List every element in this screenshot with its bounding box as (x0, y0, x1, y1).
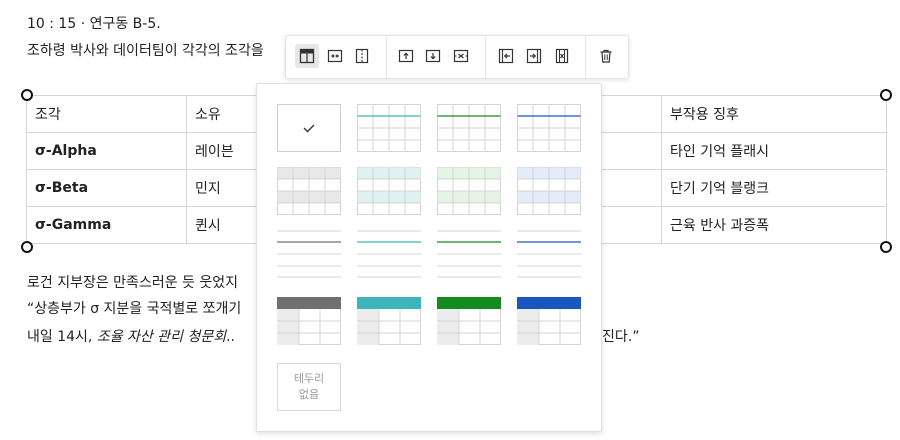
resize-handle-top-left[interactable] (21, 89, 33, 101)
table-style-option[interactable] (437, 297, 501, 345)
table-style-option[interactable] (357, 297, 421, 345)
doc-paragraph: 내일 14시, 조율 자산 관리 청문회.. (27, 326, 235, 346)
insert-row-above-button[interactable] (394, 44, 418, 68)
insert-column-right-button[interactable] (522, 44, 546, 68)
delete-row-button[interactable] (449, 44, 473, 68)
table-style-icon (299, 48, 315, 64)
merge-cells-button[interactable] (323, 44, 347, 68)
table-cell[interactable]: 단기 기억 블랭크 (661, 169, 887, 207)
table-style-option[interactable] (517, 297, 581, 345)
insert-row-above-icon (398, 49, 414, 63)
table-style-option[interactable] (517, 104, 581, 152)
delete-column-button[interactable] (550, 44, 574, 68)
table-style-option[interactable] (357, 104, 421, 152)
insert-column-left-button[interactable] (494, 44, 518, 68)
split-cells-button[interactable] (350, 44, 374, 68)
table-cell[interactable]: σ-Alpha (26, 132, 187, 170)
table-cell[interactable]: 타인 기억 플래시 (661, 132, 887, 170)
doc-paragraph: “상층부가 σ 지분을 국적별로 쪼개기 (27, 301, 242, 317)
resize-handle-top-right[interactable] (880, 89, 892, 101)
doc-text: .. (226, 329, 235, 345)
table-style-option[interactable] (277, 297, 341, 345)
merge-cells-icon (327, 49, 343, 63)
table-style-option[interactable] (437, 167, 501, 215)
table-style-option[interactable] (517, 167, 581, 215)
doc-paragraph-tail: 진다.” (602, 329, 640, 345)
table-cell[interactable]: 근육 반사 과증폭 (661, 206, 887, 244)
insert-column-left-icon (498, 48, 514, 64)
table-style-option[interactable] (277, 104, 341, 152)
doc-paragraph: 로건 지부장은 만족스러운 듯 웃었지 (27, 275, 238, 291)
table-toolbar (285, 35, 629, 79)
table-style-button[interactable] (295, 44, 319, 68)
table-header-cell[interactable]: 부작용 징후 (661, 95, 887, 133)
toolbar-divider (485, 36, 486, 78)
table-style-option[interactable] (437, 230, 501, 278)
insert-row-below-button[interactable] (421, 44, 445, 68)
table-style-option[interactable] (517, 230, 581, 278)
resize-handle-bottom-left[interactable] (21, 241, 33, 253)
doc-line-time: 10 : 15 · 연구동 B-5. (27, 16, 161, 32)
table-style-option[interactable] (277, 230, 341, 278)
no-border-label: 없음 (298, 388, 320, 401)
table-style-option[interactable] (277, 167, 341, 215)
delete-column-icon (555, 48, 569, 64)
delete-table-icon (600, 49, 612, 63)
delete-table-button[interactable] (594, 44, 618, 68)
resize-handle-bottom-right[interactable] (880, 241, 892, 253)
table-header-cell[interactable]: 조각 (26, 95, 187, 133)
doc-text: 내일 14시, (27, 329, 97, 345)
table-style-option[interactable] (357, 230, 421, 278)
doc-line-intro: 조하령 박사와 데이터팀이 각각의 조각을 (27, 43, 264, 59)
no-border-option[interactable]: 테두리 없음 (277, 363, 341, 411)
insert-row-below-icon (425, 49, 441, 63)
insert-column-right-icon (526, 48, 542, 64)
delete-row-icon (453, 49, 469, 63)
table-style-option[interactable] (357, 167, 421, 215)
toolbar-divider (386, 36, 387, 78)
split-cells-icon (355, 48, 369, 64)
table-cell[interactable]: σ-Beta (26, 169, 187, 207)
toolbar-divider (585, 36, 586, 78)
no-border-label: 테두리 (293, 372, 325, 385)
table-cell[interactable]: σ-Gamma (26, 206, 187, 244)
doc-italic-text: 조율 자산 관리 청문회 (96, 329, 227, 345)
table-style-option[interactable] (437, 104, 501, 152)
table-style-panel: 테두리 없음 (256, 83, 602, 432)
